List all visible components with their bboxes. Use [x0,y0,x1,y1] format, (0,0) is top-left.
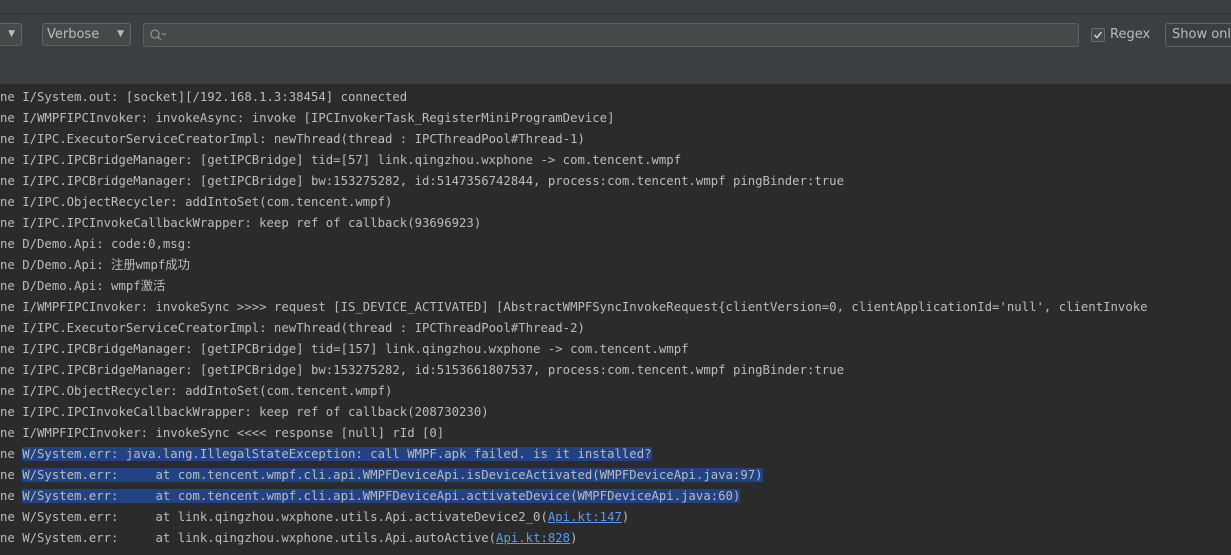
log-line-text: I/IPC.ObjectRecycler: addIntoSet(com.ten… [22,384,393,398]
log-line-text: D/Demo.Api: wmpf激活 [22,279,166,293]
regex-checkbox[interactable] [1091,28,1105,42]
log-line-prefix: ne [0,153,23,167]
log-level-value: Verbose [47,27,100,42]
log-line-text: W/System.err: at com.tencent.wmpf.cli.ap… [22,468,763,482]
log-line-prefix: ne [0,468,23,482]
log-line[interactable]: ne W/System.err: at link.qingzhou.wxphon… [0,528,578,549]
log-line[interactable]: ne W/System.err: at com.tencent.wmpf.cli… [0,465,763,486]
source-link[interactable]: Api.kt:147 [548,510,622,524]
log-line[interactable]: ne I/IPC.IPCInvokeCallbackWrapper: keep … [0,213,481,234]
show-only-select[interactable]: Show only [1165,23,1231,47]
logcat-output[interactable]: ne I/System.out: [socket][/192.168.1.3:3… [0,87,1231,555]
log-line-text: I/WMPFIPCInvoker: invokeSync <<<< respon… [22,426,445,440]
log-line-prefix: ne [0,342,23,356]
checkmark-icon [1093,31,1103,39]
log-line-prefix: ne [0,132,23,146]
log-line[interactable]: ne I/IPC.ExecutorServiceCreatorImpl: new… [0,318,585,339]
log-line[interactable]: ne I/IPC.ObjectRecycler: addIntoSet(com.… [0,192,392,213]
log-line[interactable]: ne D/Demo.Api: wmpf激活 [0,276,165,297]
source-link[interactable]: Api.kt:828 [496,531,570,545]
log-line-prefix: ne [0,447,23,461]
log-line-prefix: ne [0,90,23,104]
log-line[interactable]: ne D/Demo.Api: 注册wmpf成功 [0,255,190,276]
logcat-toolbar: ▼ Verbose ▼ Regex Show only [0,14,1231,85]
log-line-text: I/WMPFIPCInvoker: invokeSync >>>> reques… [22,300,1148,314]
log-line-text: W/System.err: at com.tencent.wmpf.cli.ap… [22,489,741,503]
log-line-text: I/IPC.IPCInvokeCallbackWrapper: keep ref… [22,216,482,230]
log-line-suffix: ) [621,510,630,524]
search-input[interactable] [143,23,1079,47]
log-line-prefix: ne [0,258,23,272]
log-line-suffix: ) [570,531,578,545]
log-line[interactable]: ne I/IPC.ObjectRecycler: addIntoSet(com.… [0,381,392,402]
chevron-down-icon: ▼ [117,29,124,39]
log-line[interactable]: ne W/System.err: java.lang.IllegalStateE… [0,444,652,465]
log-line-text: I/IPC.ExecutorServiceCreatorImpl: newThr… [22,321,585,335]
log-line-text: I/IPC.IPCBridgeManager: [getIPCBridge] b… [22,363,844,377]
log-line-text: I/IPC.ExecutorServiceCreatorImpl: newThr… [22,132,585,146]
log-line-text: D/Demo.Api: 注册wmpf成功 [22,258,190,272]
log-line-prefix: ne [0,363,23,377]
log-line-prefix: ne [0,510,23,524]
log-line-text: D/Demo.Api: code:0,msg: [22,237,193,251]
log-line[interactable]: ne I/IPC.IPCBridgeManager: [getIPCBridge… [0,339,689,360]
log-line-prefix: ne [0,237,23,251]
log-line-text: W/System.err: at link.qingzhou.wxphone.u… [22,531,497,545]
log-line-text: W/System.err: at link.qingzhou.wxphone.u… [22,510,548,524]
top-panel-edge [0,0,1231,14]
log-line[interactable]: ne I/System.out: [socket][/192.168.1.3:3… [0,87,407,108]
log-line-text: W/System.err: java.lang.IllegalStateExce… [22,447,652,461]
log-line[interactable]: ne I/IPC.IPCBridgeManager: [getIPCBridge… [0,150,681,171]
log-line[interactable]: ne I/WMPFIPCInvoker: invokeAsync: invoke… [0,108,615,129]
log-line-prefix: ne [0,174,23,188]
log-line-text: I/IPC.IPCBridgeManager: [getIPCBridge] t… [22,342,689,356]
log-line-text: I/IPC.IPCBridgeManager: [getIPCBridge] b… [22,174,844,188]
log-line-prefix: ne [0,195,23,209]
regex-label: Regex [1110,27,1151,42]
log-line-prefix: ne [0,405,23,419]
log-line[interactable]: ne W/System.err: at link.qingzhou.wxphon… [0,507,629,528]
log-line[interactable]: ne I/WMPFIPCInvoker: invokeSync <<<< res… [0,423,444,444]
log-line-text: I/IPC.ObjectRecycler: addIntoSet(com.ten… [22,195,393,209]
log-line-text: I/System.out: [socket][/192.168.1.3:3845… [22,90,408,104]
log-line-prefix: ne [0,489,23,503]
log-line-prefix: ne [0,426,23,440]
log-line[interactable]: ne I/WMPFIPCInvoker: invokeSync >>>> req… [0,297,1148,318]
log-line[interactable]: ne W/System.err: at com.tencent.wmpf.cli… [0,486,741,507]
log-line-text: I/WMPFIPCInvoker: invokeAsync: invoke [I… [22,111,615,125]
log-line[interactable]: ne I/IPC.IPCBridgeManager: [getIPCBridge… [0,360,844,381]
log-line-prefix: ne [0,111,23,125]
log-line-text: I/IPC.IPCInvokeCallbackWrapper: keep ref… [22,405,489,419]
log-level-select[interactable]: Verbose ▼ [42,23,131,46]
log-line[interactable]: ne I/IPC.IPCInvokeCallbackWrapper: keep … [0,402,489,423]
log-line-text: I/IPC.IPCBridgeManager: [getIPCBridge] t… [22,153,682,167]
log-line-prefix: ne [0,321,23,335]
log-line-prefix: ne [0,384,23,398]
log-line-prefix: ne [0,531,23,545]
device-select[interactable]: ▼ [0,23,22,46]
log-line[interactable]: ne I/IPC.ExecutorServiceCreatorImpl: new… [0,129,585,150]
chevron-down-icon: ▼ [8,29,15,39]
log-line-prefix: ne [0,216,23,230]
log-line-prefix: ne [0,279,23,293]
log-line-prefix: ne [0,300,23,314]
log-line[interactable]: ne I/IPC.IPCBridgeManager: [getIPCBridge… [0,171,844,192]
log-line[interactable]: ne D/Demo.Api: code:0,msg: [0,234,193,255]
